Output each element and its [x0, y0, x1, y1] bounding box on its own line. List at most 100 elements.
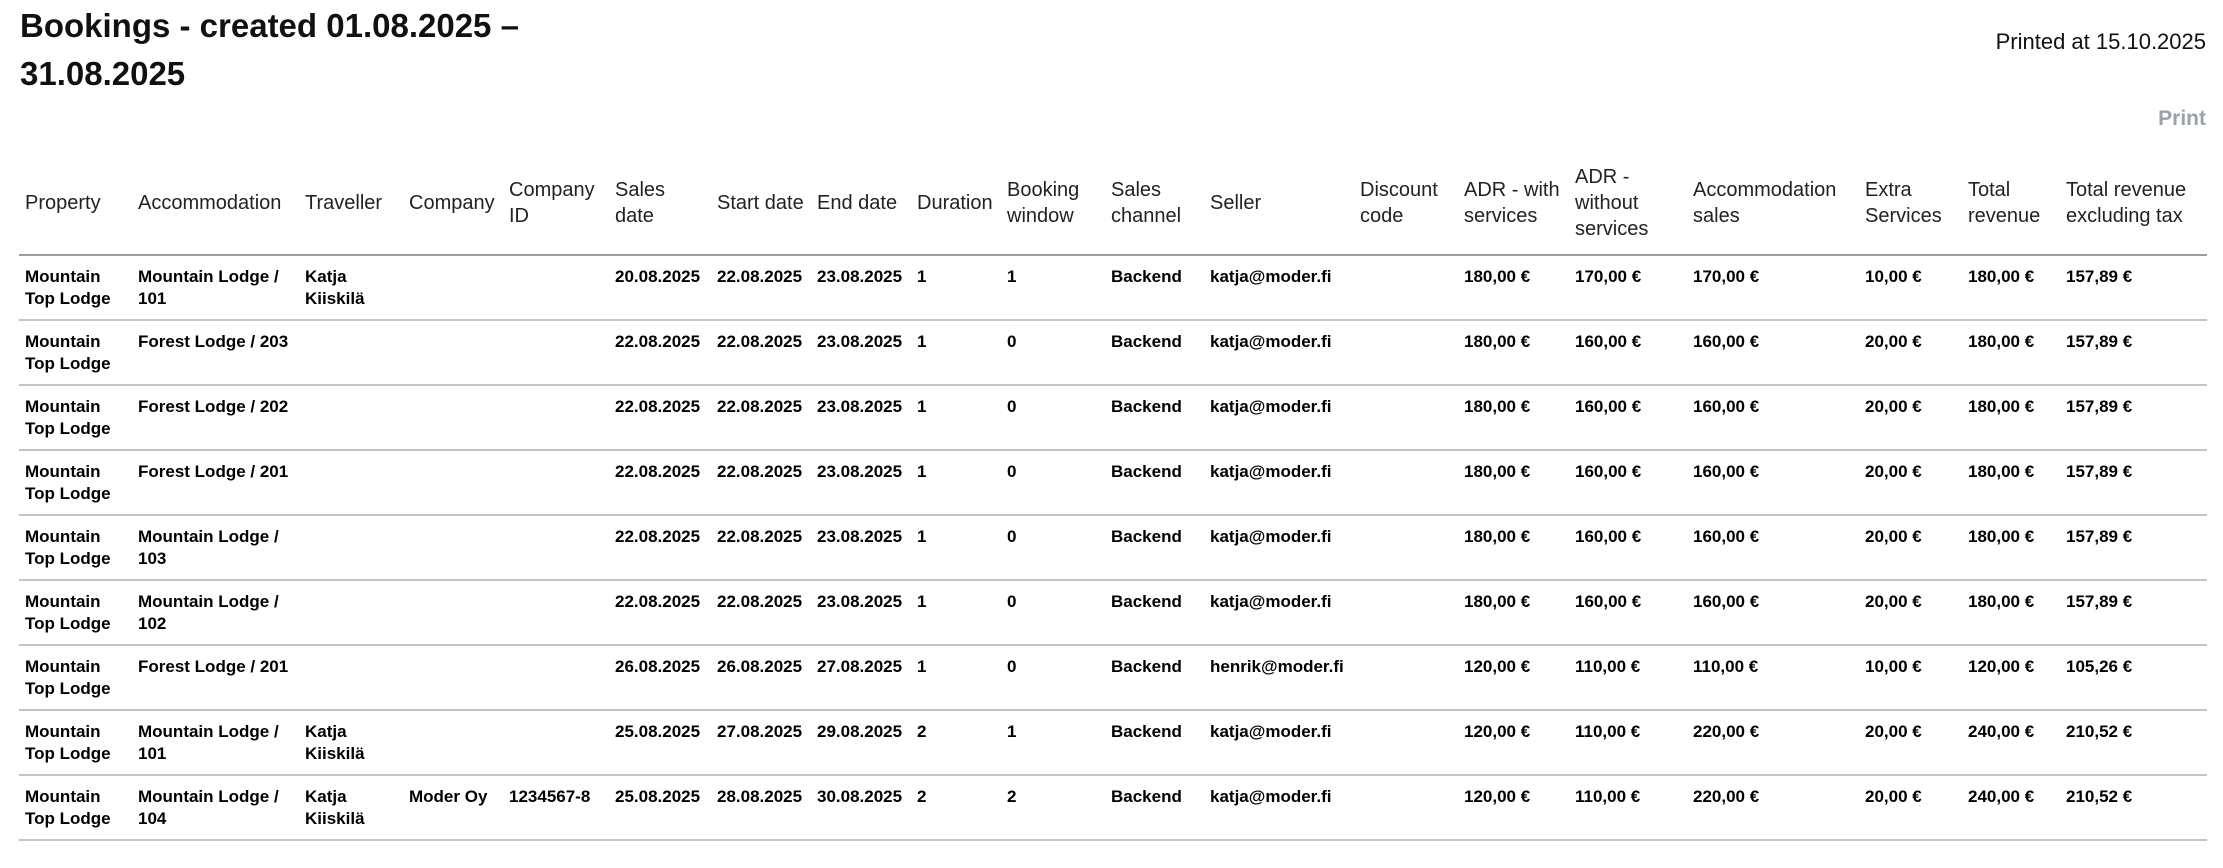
cell-booking-window: 0 [1001, 515, 1105, 581]
cell-sales-date: 22.08.2025 [609, 515, 711, 581]
cell-end-date: 23.08.2025 [811, 515, 911, 581]
cell-total-revenue-excluding-tax: 157,89 € [2060, 515, 2207, 581]
cell-discount-code [1354, 515, 1458, 581]
cell-extra-services: 20,00 € [1859, 320, 1962, 386]
cell-adr-without-services: 160,00 € [1569, 580, 1687, 646]
cell-discount-code [1354, 645, 1458, 711]
cell-discount-code [1354, 710, 1458, 776]
cell-adr-without-services: 110,00 € [1569, 710, 1687, 776]
cell-discount-code [1354, 775, 1458, 841]
cell-duration: 1 [911, 515, 1001, 581]
cell-discount-code [1354, 320, 1458, 386]
cell-seller: katja@moder.fi [1204, 710, 1354, 776]
cell-accommodation: Forest Lodge / 201 [132, 450, 299, 516]
cell-property: Mountain Top Lodge [19, 710, 132, 776]
cell-accommodation-sales: 160,00 € [1687, 320, 1859, 386]
column-header-duration: Duration [911, 160, 1001, 256]
cell-property: Mountain Top Lodge [19, 385, 132, 451]
cell-accommodation: Mountain Lodge / 104 [132, 775, 299, 841]
cell-extra-services: 20,00 € [1859, 450, 1962, 516]
cell-total-revenue: 180,00 € [1962, 255, 2060, 321]
cell-sales-date: 26.08.2025 [609, 645, 711, 711]
cell-seller: katja@moder.fi [1204, 320, 1354, 386]
cell-end-date: 30.08.2025 [811, 775, 911, 841]
cell-company-id: 1234567-8 [503, 775, 609, 841]
cell-adr-with-services: 120,00 € [1458, 775, 1569, 841]
cell-total-revenue-excluding-tax: 157,89 € [2060, 450, 2207, 516]
cell-sales-channel: Backend [1105, 450, 1204, 516]
cell-seller: katja@moder.fi [1204, 450, 1354, 516]
cell-company [403, 320, 503, 386]
cell-company [403, 580, 503, 646]
cell-traveller: Katja Kiiskilä [299, 775, 403, 841]
column-header-adr-with-services: ADR - with services [1458, 160, 1569, 256]
cell-extra-services: 20,00 € [1859, 385, 1962, 451]
cell-company-id [503, 320, 609, 386]
cell-adr-without-services: 160,00 € [1569, 450, 1687, 516]
cell-seller: katja@moder.fi [1204, 775, 1354, 841]
cell-total-revenue-excluding-tax: 105,26 € [2060, 645, 2207, 711]
cell-company-id [503, 645, 609, 711]
cell-accommodation-sales: 160,00 € [1687, 450, 1859, 516]
cell-seller: henrik@moder.fi [1204, 645, 1354, 711]
cell-discount-code [1354, 580, 1458, 646]
table-row: Mountain Top Lodge Mountain Lodge / 104 Ka… [19, 775, 2207, 841]
cell-sales-date: 25.08.2025 [609, 710, 711, 776]
cell-discount-code [1354, 255, 1458, 321]
cell-seller: katja@moder.fi [1204, 385, 1354, 451]
cell-company: Moder Oy [403, 775, 503, 841]
table-row: Mountain Top Lodge Forest Lodge / 201 26.0… [19, 645, 2207, 711]
table-row: Mountain Top Lodge Mountain Lodge / 101 Ka… [19, 255, 2207, 321]
cell-company-id [503, 580, 609, 646]
cell-company [403, 385, 503, 451]
cell-sales-channel: Backend [1105, 255, 1204, 321]
cell-traveller: Katja Kiiskilä [299, 710, 403, 776]
cell-sales-date: 20.08.2025 [609, 255, 711, 321]
cell-sales-date: 22.08.2025 [609, 450, 711, 516]
cell-adr-without-services: 110,00 € [1569, 775, 1687, 841]
column-header-start-date: Start date [711, 160, 811, 256]
column-header-accommodation: Accommodation [132, 160, 299, 256]
cell-discount-code [1354, 450, 1458, 516]
cell-accommodation-sales: 220,00 € [1687, 775, 1859, 841]
cell-accommodation-sales: 160,00 € [1687, 580, 1859, 646]
cell-sales-date: 22.08.2025 [609, 385, 711, 451]
cell-start-date: 22.08.2025 [711, 450, 811, 516]
header-row: Property Accommodation Traveller Company… [19, 160, 2207, 256]
cell-booking-window: 2 [1001, 775, 1105, 841]
column-header-discount-code: Discount code [1354, 160, 1458, 256]
cell-sales-channel: Backend [1105, 320, 1204, 386]
cell-property: Mountain Top Lodge [19, 255, 132, 321]
cell-seller: katja@moder.fi [1204, 255, 1354, 321]
cell-traveller [299, 515, 403, 581]
cell-accommodation: Mountain Lodge / 101 [132, 255, 299, 321]
cell-end-date: 27.08.2025 [811, 645, 911, 711]
column-header-sales-channel: Sales channel [1105, 160, 1204, 256]
cell-duration: 1 [911, 385, 1001, 451]
cell-sales-channel: Backend [1105, 645, 1204, 711]
column-header-traveller: Traveller [299, 160, 403, 256]
cell-start-date: 22.08.2025 [711, 255, 811, 321]
print-link[interactable]: Print [2158, 107, 2206, 131]
page-title: Bookings - created 01.08.2025 – 31.08.20… [20, 7, 519, 92]
cell-property: Mountain Top Lodge [19, 645, 132, 711]
column-header-seller: Seller [1204, 160, 1354, 256]
cell-company-id [503, 450, 609, 516]
cell-property: Mountain Top Lodge [19, 515, 132, 581]
cell-start-date: 27.08.2025 [711, 710, 811, 776]
cell-traveller [299, 580, 403, 646]
cell-adr-without-services: 170,00 € [1569, 255, 1687, 321]
cell-extra-services: 20,00 € [1859, 775, 1962, 841]
cell-accommodation: Mountain Lodge / 102 [132, 580, 299, 646]
cell-property: Mountain Top Lodge [19, 320, 132, 386]
cell-adr-with-services: 180,00 € [1458, 255, 1569, 321]
cell-total-revenue-excluding-tax: 210,52 € [2060, 710, 2207, 776]
cell-accommodation-sales: 220,00 € [1687, 710, 1859, 776]
cell-duration: 2 [911, 710, 1001, 776]
cell-total-revenue: 180,00 € [1962, 385, 2060, 451]
column-header-end-date: End date [811, 160, 911, 256]
cell-adr-without-services: 160,00 € [1569, 385, 1687, 451]
cell-extra-services: 10,00 € [1859, 645, 1962, 711]
cell-total-revenue-excluding-tax: 157,89 € [2060, 320, 2207, 386]
cell-extra-services: 20,00 € [1859, 710, 1962, 776]
